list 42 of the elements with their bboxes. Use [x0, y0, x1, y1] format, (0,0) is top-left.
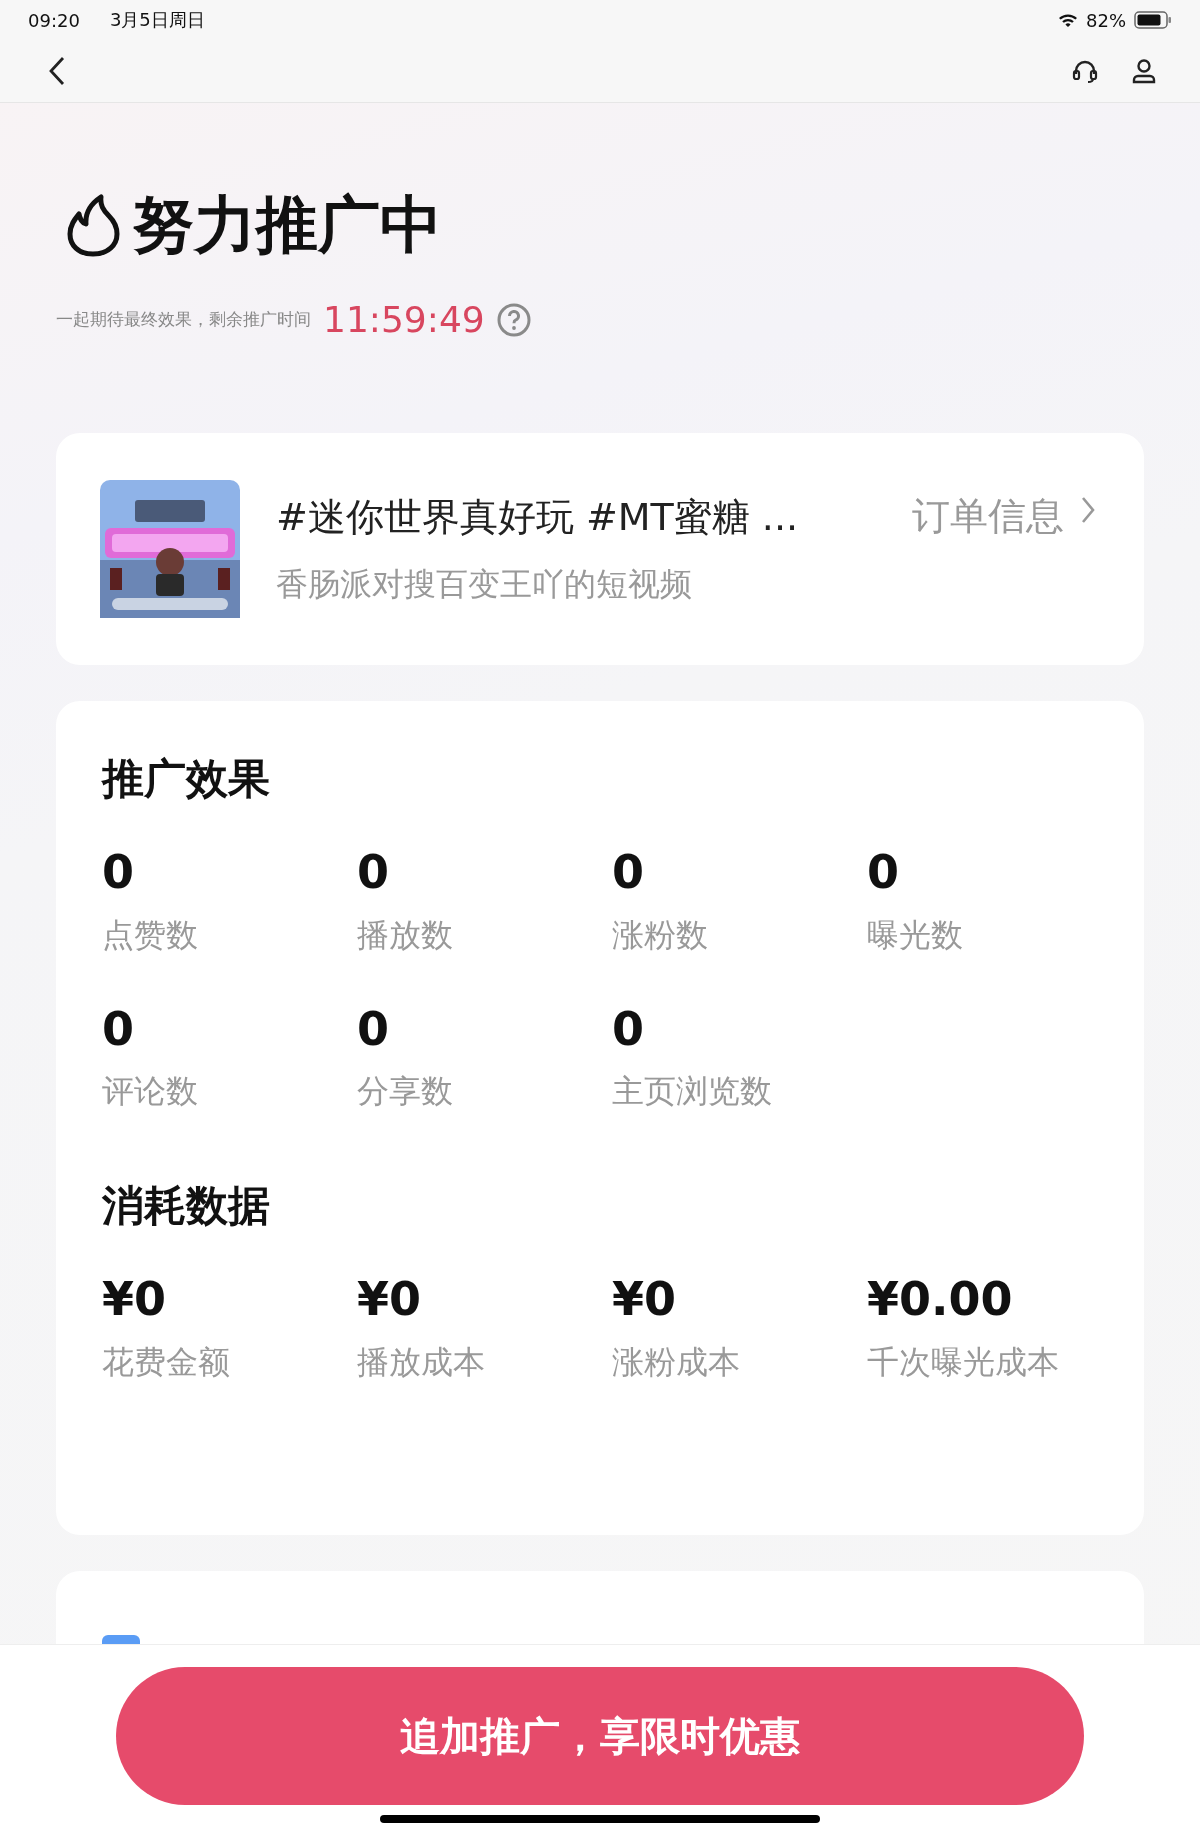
page-title: 努力推广中: [132, 187, 442, 263]
stat-label: 曝光数: [867, 914, 963, 956]
add-promotion-button[interactable]: 追加推广，享限时优惠: [116, 1667, 1084, 1805]
wifi-icon: [1058, 12, 1078, 28]
stat-value: ¥0.00: [867, 1274, 1013, 1325]
stat-value: ¥0: [102, 1274, 166, 1325]
countdown-timer: 11:59:49: [323, 299, 485, 340]
chevron-right-icon: [1080, 495, 1096, 525]
stat-label: 评论数: [102, 1071, 198, 1113]
stat-value: ¥0: [612, 1274, 676, 1325]
battery-percent: 82%: [1086, 9, 1126, 31]
stat-label: 分享数: [357, 1071, 453, 1113]
section-title: 推广效果: [102, 753, 271, 805]
help-icon[interactable]: [496, 302, 531, 337]
order-card[interactable]: #迷你世界真好玩 #MT蜜糖 ... 香肠派对搜百变王吖的短视频 订单信息: [56, 433, 1144, 665]
stat-label: 涨粉数: [612, 914, 708, 956]
stat-value: 0: [612, 847, 644, 898]
video-source: 香肠派对搜百变王吖的短视频: [276, 563, 693, 605]
stat-label: 主页浏览数: [612, 1071, 772, 1113]
stat-value: 0: [102, 1003, 134, 1055]
stat-label: 涨粉成本: [612, 1341, 740, 1383]
stat-label: 播放成本: [357, 1341, 485, 1383]
stat-label: 千次曝光成本: [867, 1341, 1059, 1383]
stat-label: 点赞数: [102, 914, 198, 956]
section-title: 消耗数据: [102, 1180, 271, 1233]
status-time: 09:20: [28, 9, 80, 31]
order-info-link[interactable]: 订单信息: [912, 491, 1064, 542]
status-date: 3月5日周日: [109, 8, 205, 32]
user-icon[interactable]: [1132, 58, 1156, 84]
stat-value: 0: [612, 1003, 644, 1055]
stat-value: 0: [357, 847, 389, 898]
headset-icon[interactable]: [1072, 59, 1098, 83]
stat-label: 花费金额: [102, 1341, 230, 1383]
stat-label: 播放数: [357, 914, 453, 956]
stat-value: ¥0: [357, 1274, 421, 1325]
back-icon[interactable]: [48, 56, 66, 86]
video-title: #迷你世界真好玩 #MT蜜糖 ...: [276, 493, 800, 541]
battery-icon: [1134, 11, 1172, 29]
stat-value: 0: [867, 847, 899, 898]
stat-value: 0: [357, 1003, 389, 1055]
stat-value: 0: [102, 847, 134, 898]
countdown-caption: 一起期待最终效果，剩余推广时间: [56, 308, 311, 331]
